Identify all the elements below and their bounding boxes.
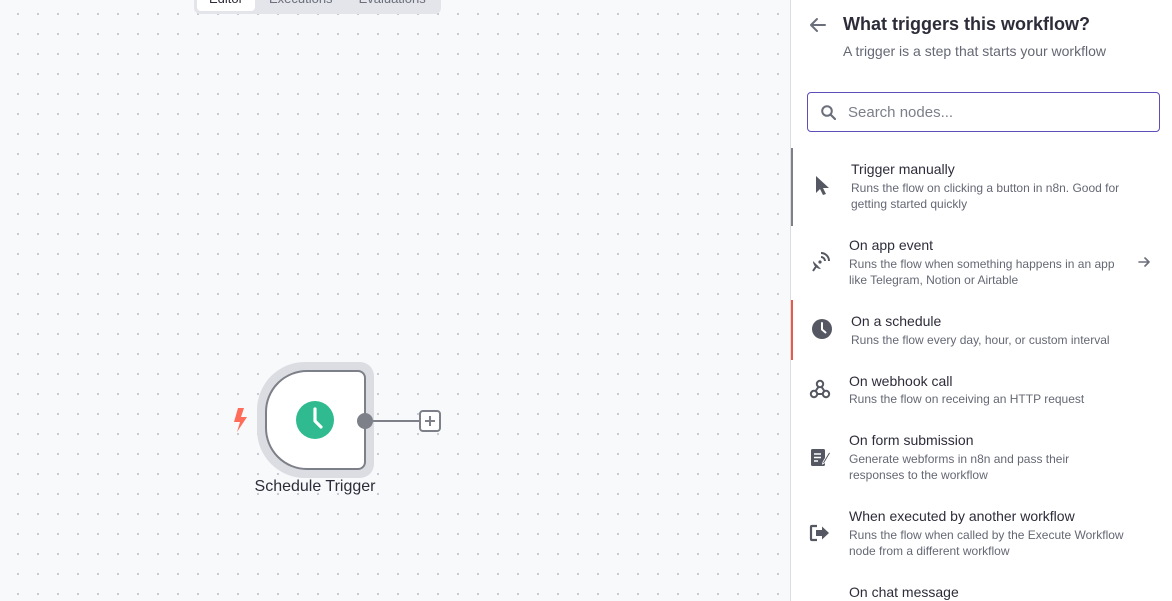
webhook-icon xyxy=(809,379,831,399)
tab-evaluations[interactable]: Evaluations xyxy=(347,0,438,11)
search-input[interactable] xyxy=(848,101,1148,123)
lightning-icon xyxy=(234,408,247,432)
panel-subtitle: A trigger is a step that starts your wor… xyxy=(843,43,1106,59)
option-title: On form submission xyxy=(849,432,974,448)
option-title: Trigger manually xyxy=(851,161,955,177)
option-title: On a schedule xyxy=(851,313,942,329)
output-handle xyxy=(357,413,373,429)
option-title: When executed by another workflow xyxy=(849,508,1075,524)
trigger-option-webhook[interactable]: On webhook call Runs the flow on receivi… xyxy=(791,362,1172,418)
trigger-option-schedule[interactable]: On a schedule Runs the flow every day, h… xyxy=(791,300,1172,360)
output-connector xyxy=(357,410,441,432)
trigger-option-execute-workflow[interactable]: When executed by another workflow Runs t… xyxy=(791,496,1172,572)
option-title: On webhook call xyxy=(849,373,953,389)
arrow-right-icon xyxy=(1138,257,1150,267)
arrow-left-icon[interactable] xyxy=(809,16,827,34)
trigger-option-form[interactable]: On form submission Generate webforms in … xyxy=(791,420,1172,496)
option-description: Runs the flow on clicking a button in n8… xyxy=(851,181,1120,211)
option-description: Generate webforms in n8n and pass their … xyxy=(849,452,1070,482)
node-label: Schedule Trigger xyxy=(254,478,376,495)
satellite-icon xyxy=(812,252,830,272)
trigger-option-chat[interactable]: On chat message xyxy=(791,572,1172,601)
option-description: Runs the flow on receiving an HTTP reque… xyxy=(849,392,1085,406)
sign-in-icon xyxy=(809,524,829,542)
clock-icon xyxy=(812,319,832,339)
trigger-option-app-event[interactable]: On app event Runs the flow when somethin… xyxy=(791,226,1172,298)
form-icon xyxy=(811,449,831,466)
panel-title: What triggers this workflow? xyxy=(843,14,1091,34)
trigger-option-manual[interactable]: Trigger manually Runs the flow on clicki… xyxy=(791,148,1172,226)
view-tabs: Editor Executions Evaluations xyxy=(194,0,441,14)
node-creator-panel: What triggers this workflow? A trigger i… xyxy=(790,0,1172,601)
option-title: On chat message xyxy=(849,584,959,600)
clock-icon xyxy=(296,401,334,439)
tab-executions[interactable]: Executions xyxy=(257,0,345,11)
option-description: Runs the flow every day, hour, or custom… xyxy=(851,333,1110,347)
search-box[interactable] xyxy=(807,92,1160,132)
option-description: Runs the flow when called by the Execute… xyxy=(849,528,1124,558)
tab-editor[interactable]: Editor xyxy=(197,0,255,11)
option-description: Runs the flow when something happens in … xyxy=(849,257,1115,287)
search-icon xyxy=(821,105,836,120)
option-title: On app event xyxy=(849,237,934,253)
cursor-icon xyxy=(816,176,829,195)
workflow-canvas[interactable]: Editor Executions Evaluations Schedule T… xyxy=(0,0,790,601)
